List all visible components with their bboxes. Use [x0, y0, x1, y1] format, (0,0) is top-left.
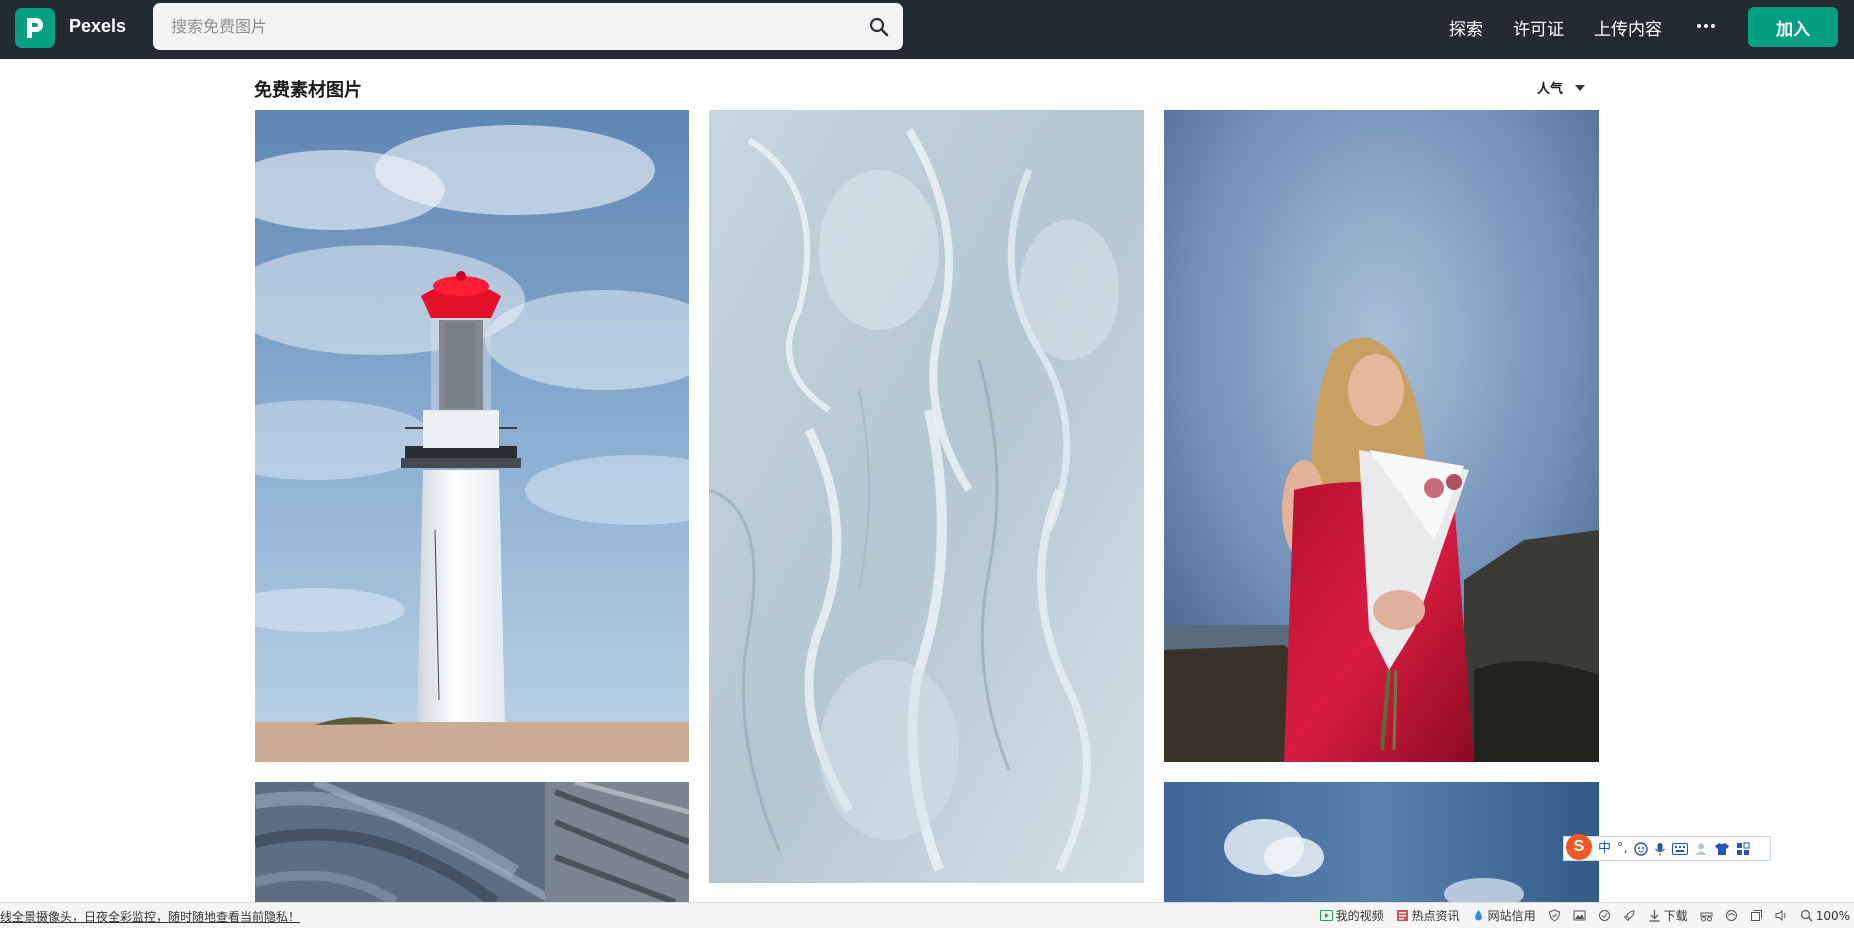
brand-name[interactable]: Pexels: [69, 16, 126, 37]
photo-card-sky[interactable]: [1164, 782, 1599, 902]
emoji-icon[interactable]: [1633, 841, 1648, 856]
photo-card-woman-bouquet[interactable]: [1164, 110, 1599, 762]
my-video-button[interactable]: 我的视频: [1319, 907, 1384, 924]
image-icon: [1573, 910, 1586, 921]
keyboard-icon[interactable]: [1671, 842, 1688, 855]
join-button[interactable]: 加入: [1748, 7, 1838, 47]
translate-button[interactable]: [1725, 909, 1738, 922]
more-menu-button[interactable]: [1693, 13, 1719, 39]
chevron-down-icon: [1575, 84, 1586, 91]
security-shield-button[interactable]: [1548, 909, 1561, 922]
my-video-label: 我的视频: [1335, 909, 1384, 923]
shield-icon: [1548, 909, 1560, 922]
screenshot-button[interactable]: [1573, 909, 1586, 922]
nav-explore[interactable]: 探索: [1449, 15, 1483, 40]
skin-shirt-icon[interactable]: [1714, 842, 1730, 856]
search-icon: [869, 17, 889, 37]
marble-photo: [255, 782, 689, 902]
status-tools: 我的视频 热点资讯 网站信用 下载 100%: [1308, 907, 1854, 924]
ime-toolbar: S 中 °,: [1563, 833, 1771, 861]
site-credit-button[interactable]: 网站信用: [1472, 907, 1536, 924]
rocket-icon: [1623, 910, 1635, 922]
download-button[interactable]: 下载: [1648, 907, 1688, 924]
sogou-logo-icon[interactable]: S: [1566, 833, 1592, 860]
browser-status-bar: 线全景摄像头，日夜全彩监控，随时随地查看当前隐私！ 我的视频 热点资讯 网站信用…: [0, 902, 1854, 928]
zoom-control[interactable]: 100%: [1800, 909, 1850, 923]
search-button[interactable]: [865, 13, 893, 41]
download-icon: [1649, 910, 1660, 922]
more-dot: [1704, 24, 1708, 28]
ice-photo: [709, 110, 1144, 883]
hot-news-label: 热点资讯: [1411, 909, 1460, 923]
search-bar: [153, 3, 903, 50]
microphone-icon[interactable]: [1654, 842, 1666, 856]
sort-label: 人气: [1537, 82, 1564, 97]
user-icon[interactable]: [1694, 842, 1708, 856]
nav-upload[interactable]: 上传内容: [1594, 15, 1662, 40]
more-dot: [1711, 24, 1715, 28]
site-credit-label: 网站信用: [1487, 909, 1536, 923]
sound-button[interactable]: [1775, 909, 1788, 922]
status-ad-link[interactable]: 线全景摄像头，日夜全彩监控，随时随地查看当前隐私！: [0, 908, 300, 925]
zoom-icon: [1800, 909, 1813, 922]
nav-license[interactable]: 许可证: [1513, 15, 1564, 40]
zoom-level: 100%: [1815, 908, 1850, 923]
search-input[interactable]: [153, 3, 843, 50]
more-dots-icon: [1697, 24, 1701, 28]
toolbox-grid-icon[interactable]: [1736, 842, 1750, 856]
photo-card-lighthouse[interactable]: [255, 110, 689, 762]
window-restore-button[interactable]: [1750, 909, 1763, 922]
ime-language-toggle[interactable]: 中: [1598, 842, 1611, 855]
hot-news-button[interactable]: 热点资讯: [1396, 907, 1460, 924]
sync-icon: [1598, 910, 1610, 921]
video-icon: [1319, 910, 1333, 921]
speaker-icon: [1775, 909, 1786, 922]
translate-icon: [1725, 910, 1737, 921]
news-icon: [1396, 910, 1408, 921]
woman-bouquet-photo: [1164, 110, 1599, 762]
incognito-icon: [1700, 912, 1713, 922]
ime-punctuation-toggle[interactable]: °,: [1617, 842, 1628, 855]
water-drop-icon: [1474, 910, 1482, 921]
pexels-logo[interactable]: [15, 8, 55, 48]
window-icon: [1750, 910, 1762, 921]
photo-card-marble[interactable]: [255, 782, 689, 902]
photo-card-ice[interactable]: [709, 110, 1144, 883]
page-title: 免费素材图片: [254, 80, 362, 101]
lighthouse-photo: [255, 110, 689, 762]
sky-photo: [1164, 782, 1599, 902]
accelerate-button[interactable]: [1623, 909, 1636, 922]
refresh-tool-button[interactable]: [1598, 909, 1611, 922]
sort-dropdown[interactable]: 人气: [1537, 78, 1586, 97]
incognito-button[interactable]: [1700, 909, 1713, 922]
download-label: 下载: [1663, 909, 1688, 923]
pexels-logo-icon: [27, 18, 43, 38]
top-navigation-bar: Pexels 探索 许可证 上传内容 加入: [0, 0, 1854, 59]
